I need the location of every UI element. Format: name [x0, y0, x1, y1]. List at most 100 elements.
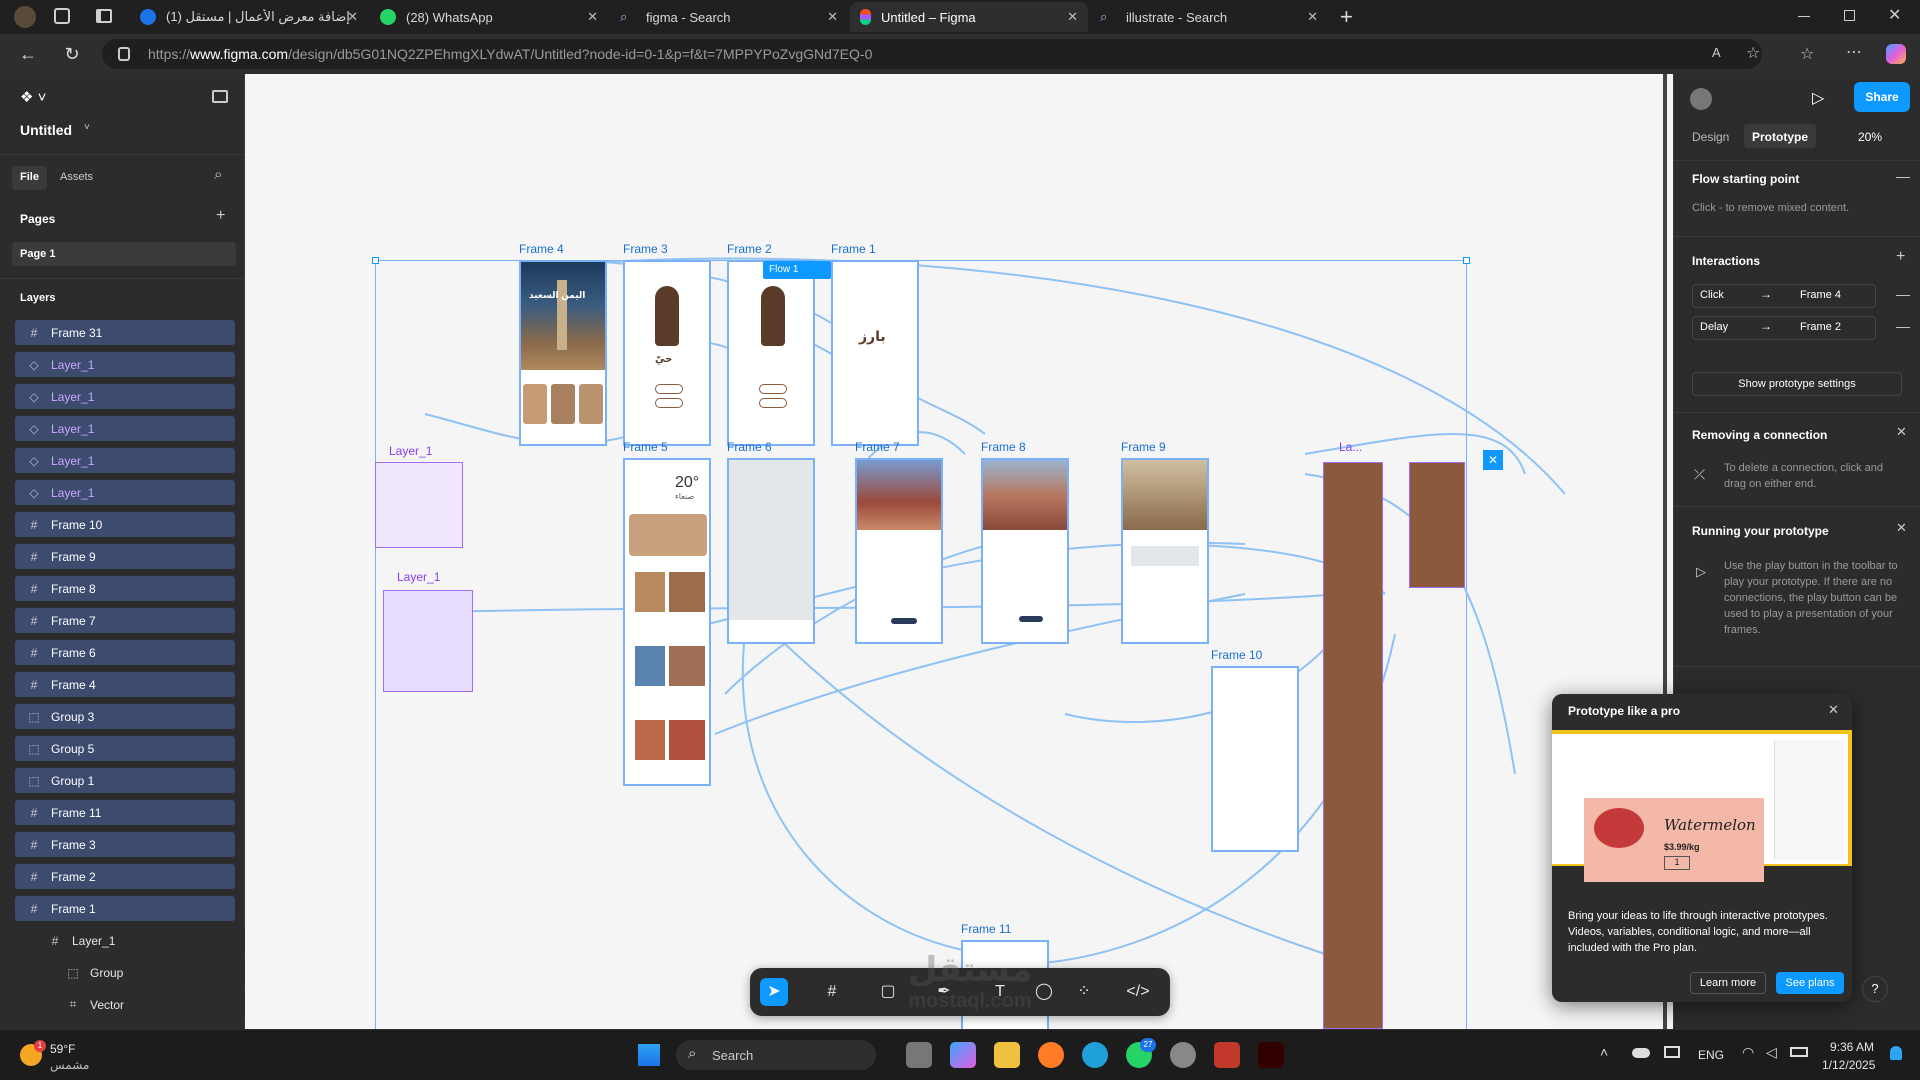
- frame-7[interactable]: [855, 458, 943, 644]
- add-page-icon[interactable]: +: [216, 207, 225, 225]
- brown-strip[interactable]: [1323, 462, 1383, 1029]
- layer-item[interactable]: # Frame 3: [15, 832, 235, 857]
- tab-illustrate-search[interactable]: ⌕ illustrate - Search ✕: [1090, 2, 1328, 32]
- tab-file[interactable]: File: [12, 166, 47, 190]
- see-plans-button[interactable]: See plans: [1776, 972, 1844, 994]
- close-icon[interactable]: ✕: [1896, 520, 1907, 536]
- illustrator-icon[interactable]: [1258, 1042, 1284, 1068]
- add-interaction-icon[interactable]: +: [1896, 248, 1905, 266]
- vertical-tabs-icon[interactable]: [96, 9, 112, 23]
- clock-date[interactable]: 1/12/2025: [1822, 1058, 1875, 1072]
- chevron-up-icon[interactable]: ˄: [1600, 1044, 1608, 1060]
- minimize-button[interactable]: [1798, 16, 1810, 17]
- layer-item[interactable]: # Frame 9: [15, 544, 235, 569]
- onedrive-icon[interactable]: [1632, 1048, 1650, 1058]
- layer-item[interactable]: # Frame 4: [15, 672, 235, 697]
- frame-8[interactable]: [981, 458, 1069, 644]
- frame-9[interactable]: [1121, 458, 1209, 644]
- canvas[interactable]: اليمن السعيد حيّ بارز Flow 1 20° صنعاء ✕…: [245, 74, 1673, 1029]
- close-icon[interactable]: ✕: [1067, 9, 1078, 25]
- layer-item[interactable]: # Frame 2: [15, 864, 235, 889]
- move-tool-icon[interactable]: ➤: [760, 978, 788, 1006]
- frame-label[interactable]: Frame 3: [623, 242, 668, 256]
- search-icon[interactable]: ⌕: [214, 166, 222, 183]
- settings-icon[interactable]: [1170, 1042, 1196, 1068]
- url-bar[interactable]: https://www.figma.com/design/db5G01NQ2ZP…: [102, 39, 1762, 69]
- frame-2[interactable]: [727, 260, 815, 446]
- clock-time[interactable]: 9:36 AM: [1830, 1040, 1874, 1054]
- layer-item[interactable]: ⬚ Group 1: [15, 768, 235, 793]
- layer-item[interactable]: # Frame 10: [15, 512, 235, 537]
- frame-label[interactable]: Frame 2: [727, 242, 772, 256]
- dev-mode-icon[interactable]: </>: [1124, 978, 1152, 1006]
- close-icon[interactable]: ✕: [1896, 424, 1907, 440]
- task-view-icon[interactable]: [906, 1042, 932, 1068]
- frame-6[interactable]: [727, 458, 815, 644]
- firefox-icon[interactable]: [1038, 1042, 1064, 1068]
- layer-item[interactable]: ◇ Layer_1: [15, 352, 235, 377]
- tab-mostaql[interactable]: (1) إضافة معرض الأعمال | مستقل ✕: [130, 2, 368, 32]
- tab-assets[interactable]: Assets: [60, 171, 93, 183]
- tab-prototype[interactable]: Prototype: [1744, 124, 1817, 148]
- battery-icon[interactable]: [1790, 1047, 1808, 1057]
- close-icon[interactable]: ✕: [1307, 9, 1318, 25]
- layer-label[interactable]: Layer_1: [389, 444, 432, 458]
- copilot-icon[interactable]: [950, 1042, 976, 1068]
- close-icon[interactable]: ✕: [347, 9, 358, 25]
- layer-label[interactable]: La...: [1339, 440, 1362, 454]
- file-name[interactable]: Untitled: [20, 122, 72, 138]
- app-icon[interactable]: [1214, 1042, 1240, 1068]
- remove-icon[interactable]: —: [1896, 286, 1910, 302]
- frame-label[interactable]: Frame 6: [727, 440, 772, 454]
- layer-item[interactable]: # Frame 31: [15, 320, 235, 345]
- layer-1-component[interactable]: [375, 462, 463, 548]
- layer-label[interactable]: Layer_1: [397, 570, 440, 584]
- edge-icon[interactable]: [1082, 1042, 1108, 1068]
- layer-item[interactable]: ◇ Layer_1: [15, 448, 235, 473]
- brown-menu-panel[interactable]: [1409, 462, 1465, 588]
- wifi-icon[interactable]: ◠: [1742, 1044, 1754, 1061]
- workspaces-icon[interactable]: [54, 8, 70, 24]
- new-tab-button[interactable]: +: [1340, 4, 1353, 30]
- frame-3[interactable]: حيّ: [623, 260, 711, 446]
- frame-label[interactable]: Frame 9: [1121, 440, 1166, 454]
- tab-design[interactable]: Design: [1692, 130, 1729, 144]
- layer-item[interactable]: # Frame 11: [15, 800, 235, 825]
- read-aloud-icon[interactable]: A: [1712, 45, 1721, 60]
- remove-icon[interactable]: —: [1896, 318, 1910, 334]
- favorites-icon[interactable]: ☆: [1800, 44, 1814, 64]
- volume-icon[interactable]: ◁: [1766, 1044, 1777, 1061]
- frame-label[interactable]: Frame 5: [623, 440, 668, 454]
- tab-whatsapp[interactable]: (28) WhatsApp ✕: [370, 2, 608, 32]
- notification-bell-icon[interactable]: [1890, 1046, 1902, 1060]
- figma-menu-icon[interactable]: ❖ ˅: [20, 88, 46, 106]
- start-button[interactable]: [638, 1044, 660, 1066]
- copilot-icon[interactable]: [1886, 44, 1906, 64]
- frame-10[interactable]: [1211, 666, 1299, 852]
- tab-figma-search[interactable]: ⌕ figma - Search ✕: [610, 2, 848, 32]
- layer-item[interactable]: # Frame 7: [15, 608, 235, 633]
- chevron-down-icon[interactable]: ˅: [84, 122, 90, 133]
- layer-item[interactable]: ◇ Layer_1: [15, 384, 235, 409]
- display-icon[interactable]: [1664, 1046, 1680, 1058]
- learn-more-button[interactable]: Learn more: [1690, 972, 1766, 994]
- frame-label[interactable]: Frame 8: [981, 440, 1026, 454]
- favorite-star-icon[interactable]: ☆: [1746, 43, 1760, 63]
- layer-item[interactable]: ⬚ Group 3: [15, 704, 235, 729]
- layer-1-component[interactable]: [383, 590, 473, 692]
- layer-item[interactable]: ◇ Layer_1: [15, 480, 235, 505]
- play-icon[interactable]: ▷: [1812, 88, 1824, 108]
- refresh-button[interactable]: ↻: [60, 42, 84, 66]
- sidebar-toggle-icon[interactable]: [212, 90, 228, 103]
- restore-button[interactable]: [1844, 10, 1855, 21]
- taskbar-search[interactable]: ⌕ Search: [676, 1040, 876, 1070]
- close-icon[interactable]: ✕: [587, 9, 598, 25]
- share-button[interactable]: Share: [1854, 82, 1910, 112]
- layer-item-child[interactable]: # Layer_1: [28, 928, 248, 953]
- frame-tool-icon[interactable]: #: [818, 978, 846, 1006]
- profile-avatar[interactable]: [14, 6, 36, 28]
- close-icon[interactable]: ✕: [1483, 450, 1503, 470]
- user-avatar[interactable]: [1690, 88, 1712, 110]
- close-icon[interactable]: ✕: [1828, 702, 1839, 718]
- close-window-button[interactable]: ✕: [1888, 5, 1901, 25]
